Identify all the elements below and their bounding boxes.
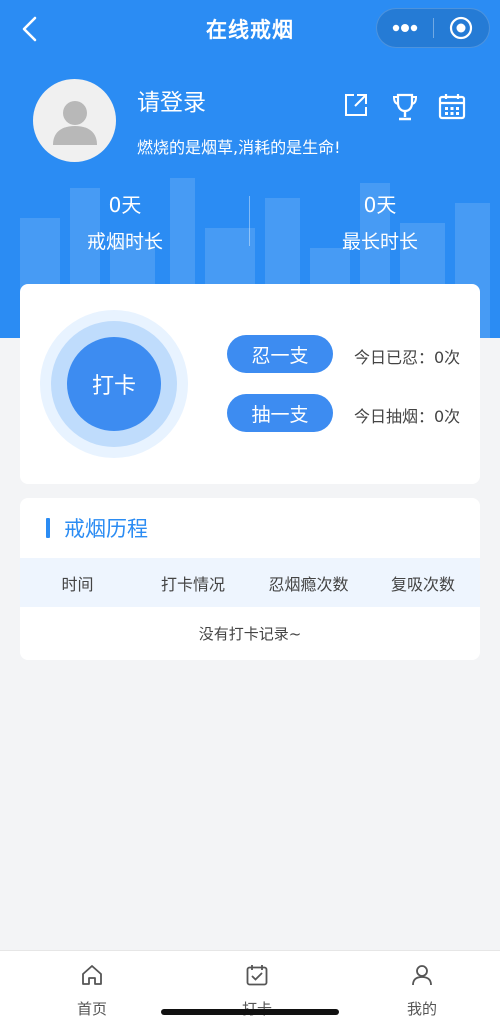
- history-title: 戒烟历程: [64, 517, 148, 541]
- checkin-card: 打卡 忍一支 今日已忍：0次 抽一支 今日抽烟：0次: [20, 284, 480, 484]
- quit-duration-value: 0天: [108, 193, 142, 217]
- history-header: 戒烟历程: [20, 498, 480, 558]
- checkin-ring-middle: 打卡: [51, 321, 177, 447]
- longest-duration-value: 0天: [363, 193, 397, 217]
- close-miniprogram-button[interactable]: [434, 9, 490, 47]
- calendar-button[interactable]: [438, 92, 466, 122]
- navigation-bar: 在线戒烟: [0, 0, 500, 58]
- trophy-button[interactable]: [391, 92, 419, 122]
- share-icon: [345, 94, 367, 116]
- longest-duration-stat: 0天 最长时长: [255, 189, 500, 254]
- column-header-time: 时间: [61, 574, 94, 594]
- stats-divider: [249, 196, 250, 246]
- quit-duration-stat: 0天 戒烟时长: [0, 189, 250, 254]
- column-header-relapse-count: 复吸次数: [390, 574, 455, 594]
- more-button[interactable]: [377, 9, 433, 47]
- trophy-icon: [392, 93, 418, 121]
- more-dots-icon: [392, 24, 417, 32]
- column-header-checkin-status: 打卡情况: [160, 574, 225, 594]
- tab-mine[interactable]: 我的: [362, 951, 482, 1027]
- resisted-today-count: 今日已忍：0次: [354, 348, 461, 367]
- title-accent-bar: [46, 518, 50, 538]
- share-button[interactable]: [343, 92, 369, 122]
- quit-duration-label: 戒烟时长: [86, 231, 163, 253]
- checkin-button[interactable]: 打卡: [67, 337, 161, 431]
- smoke-one-button[interactable]: 抽一支: [227, 394, 333, 432]
- calendar-icon: [438, 94, 466, 120]
- history-table-header: 时间 打卡情况 忍烟瘾次数 复吸次数: [20, 558, 480, 607]
- home-icon: [82, 965, 102, 985]
- empty-records-text: 没有打卡记录~: [198, 625, 302, 643]
- resist-one-button[interactable]: 忍一支: [227, 335, 333, 373]
- bottom-tab-bar: 首页 打卡 我的: [0, 950, 500, 1027]
- target-circle-icon: [450, 16, 473, 40]
- motto-text: 燃烧的是烟草,消耗的是生命!: [137, 138, 341, 157]
- user-avatar-icon: [52, 100, 97, 145]
- tab-home-label: 首页: [76, 1000, 107, 1018]
- calendar-check-icon: [246, 965, 268, 986]
- tab-checkin[interactable]: 打卡: [197, 951, 317, 1027]
- tab-mine-label: 我的: [406, 1000, 437, 1018]
- home-indicator: [161, 1009, 339, 1015]
- smoked-today-count: 今日抽烟：0次: [354, 407, 461, 426]
- longest-duration-label: 最长时长: [341, 231, 418, 253]
- miniprogram-capsule: [376, 8, 490, 48]
- checkin-ring-outer: 打卡: [40, 310, 188, 458]
- tab-home[interactable]: 首页: [32, 951, 152, 1027]
- login-link[interactable]: 请登录: [137, 83, 206, 117]
- user-icon: [412, 965, 432, 986]
- column-header-resist-count: 忍烟瘾次数: [268, 574, 349, 594]
- avatar[interactable]: [33, 79, 116, 162]
- quit-history-card: 戒烟历程 时间 打卡情况 忍烟瘾次数 复吸次数 没有打卡记录~: [20, 498, 480, 660]
